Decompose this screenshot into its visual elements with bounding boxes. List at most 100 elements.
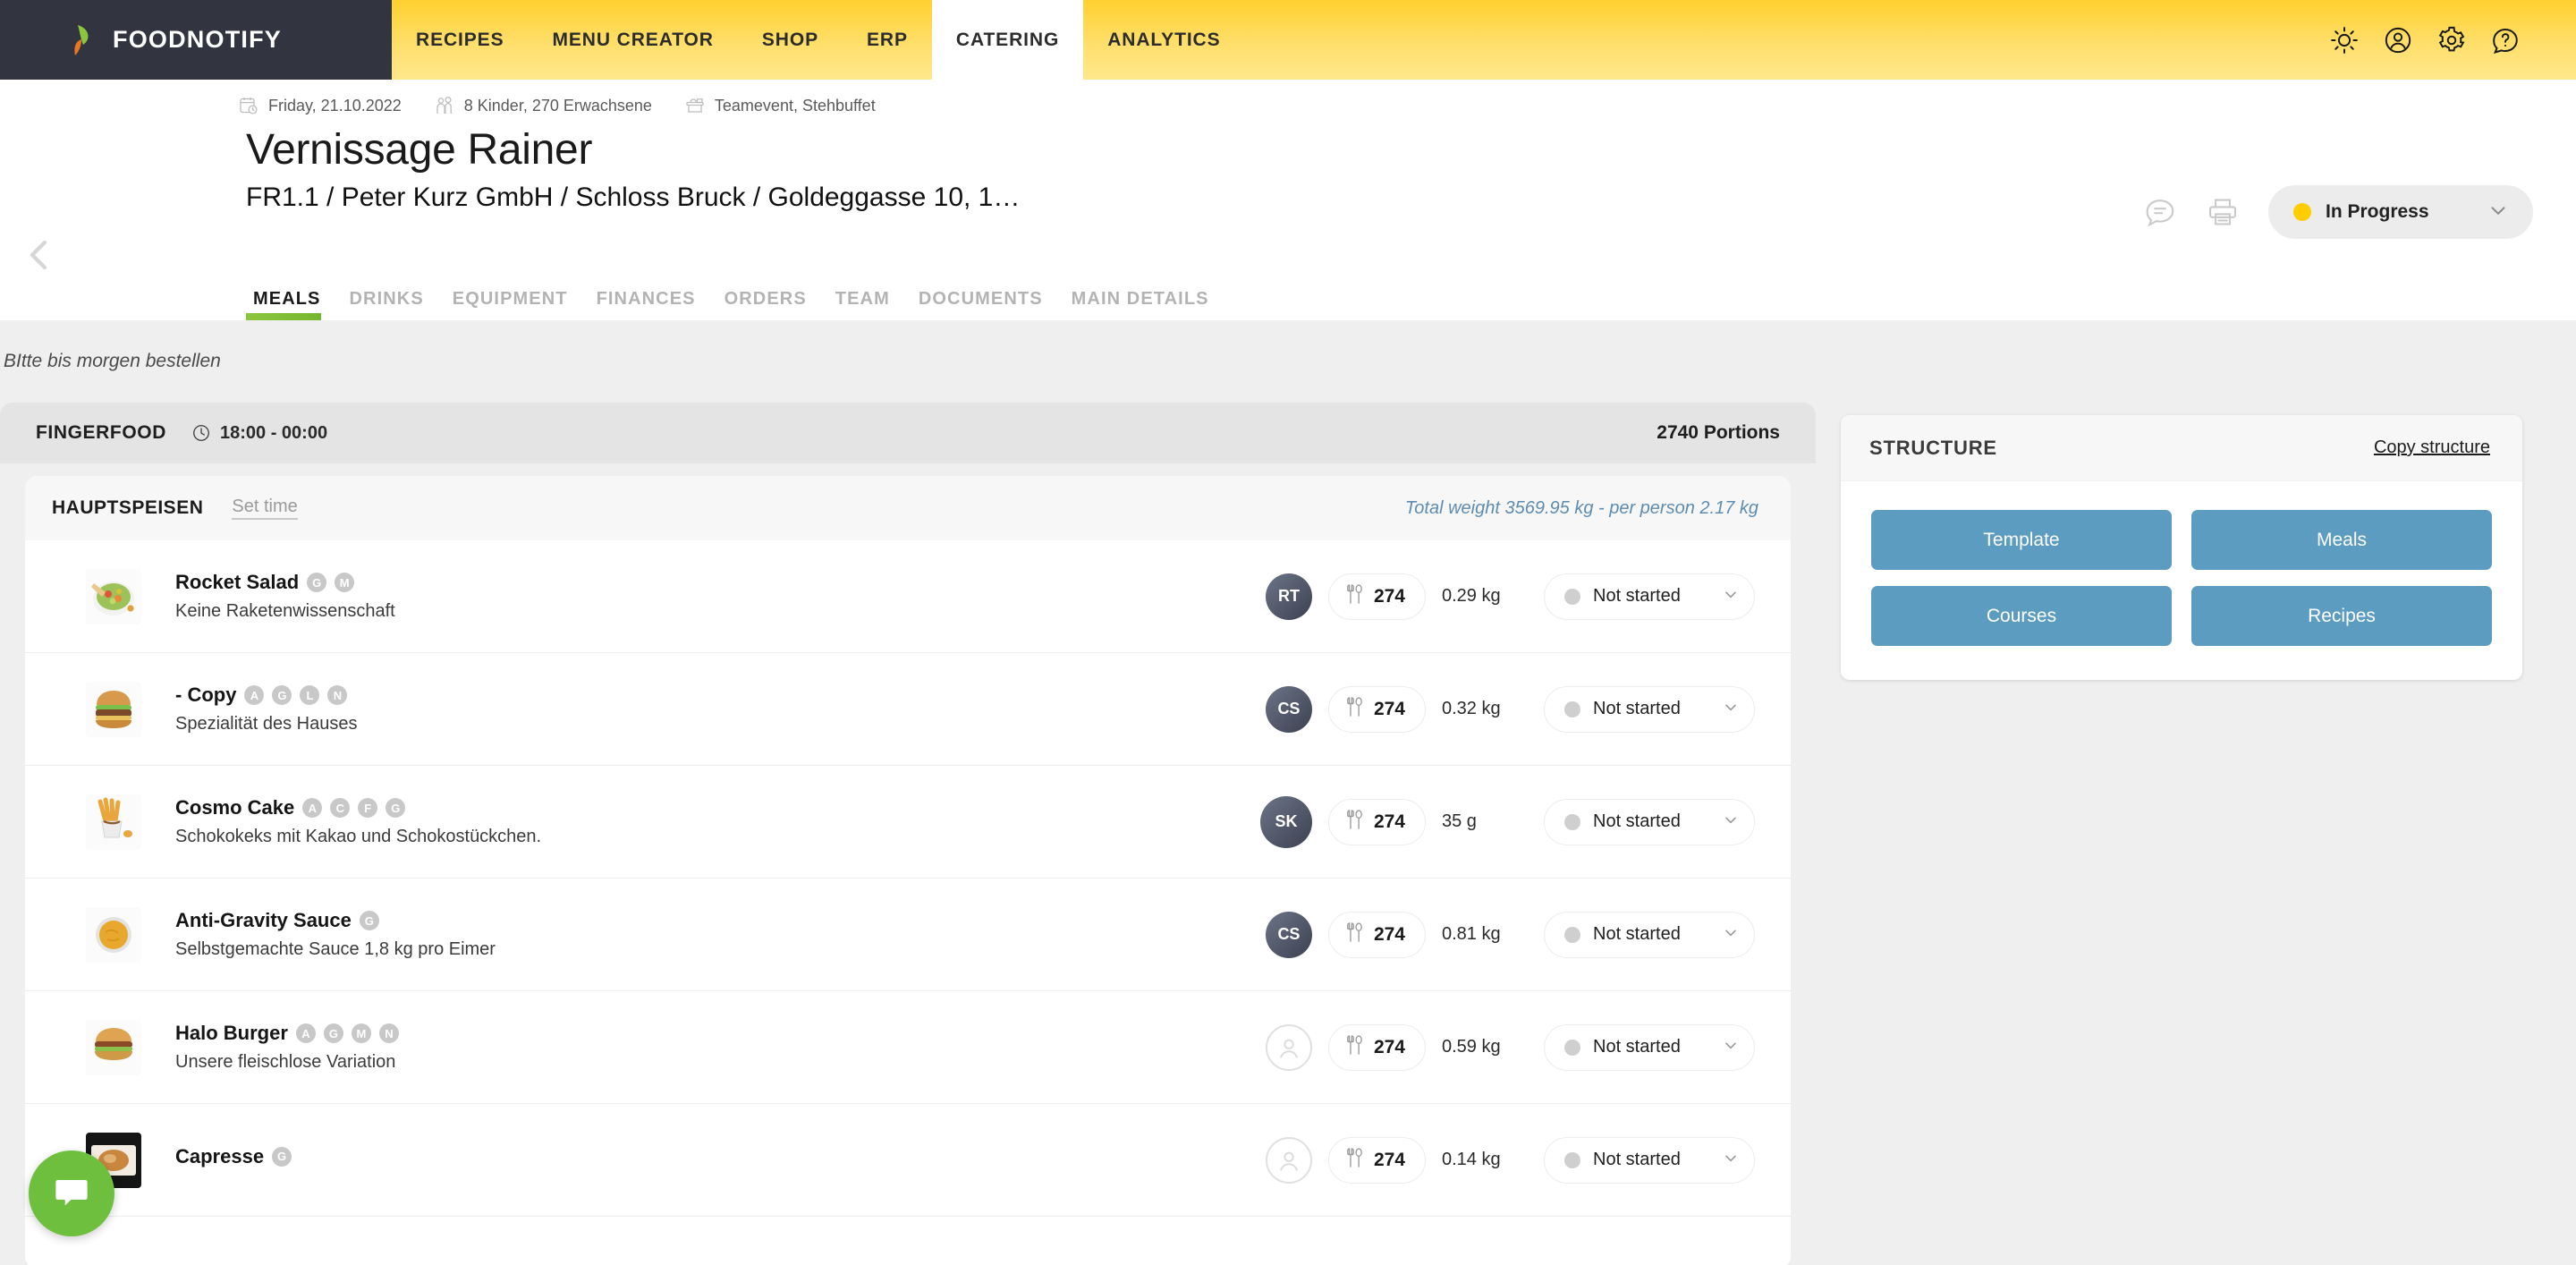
tab-equipment[interactable]: EQUIPMENT [438, 289, 582, 320]
portion-pill[interactable]: 274 [1327, 685, 1426, 733]
dish-description: Keine Raketenwissenschaft [175, 601, 395, 621]
main-nav-items: RECIPES MENU CREATOR SHOP ERP CATERING A… [392, 0, 1245, 80]
chat-fab-button[interactable] [29, 1150, 114, 1236]
template-button[interactable]: Template [1871, 510, 2172, 570]
course-header: HAUPTSPEISEN Set time Total weight 3569.… [25, 476, 1791, 540]
print-icon[interactable] [2206, 195, 2240, 229]
structure-title: STRUCTURE [1869, 436, 1997, 459]
portion-pill[interactable]: 274 [1327, 798, 1426, 845]
tab-orders[interactable]: ORDERS [710, 289, 821, 320]
gear-icon[interactable] [2436, 25, 2467, 55]
portion-count: 274 [1373, 698, 1405, 719]
tab-main-details[interactable]: MAIN DETAILS [1057, 289, 1224, 320]
portion-count: 274 [1373, 923, 1405, 945]
allergen-badge: G [386, 798, 406, 818]
tab-drinks[interactable]: DRINKS [335, 289, 438, 320]
chevron-down-icon [1722, 698, 1740, 720]
sun-icon[interactable] [2329, 25, 2360, 55]
top-navigation-bar: FOODNOTIFY RECIPES MENU CREATOR SHOP ERP… [0, 0, 2576, 80]
dish-status-select[interactable]: Not started [1544, 1136, 1755, 1184]
avatar[interactable]: CS [1265, 911, 1312, 958]
event-guests: 8 Kinder, 270 Erwachsene [434, 95, 652, 116]
table-row[interactable]: - Copy A G L N Spezialität des Hauses CS [25, 653, 1791, 766]
allergen-badge: G [307, 573, 327, 592]
buffet-cart-icon [684, 95, 706, 116]
dish-status-select[interactable]: Not started [1544, 685, 1755, 733]
avatar[interactable]: RT [1265, 573, 1312, 620]
avatar[interactable] [1265, 1136, 1312, 1184]
back-arrow-icon[interactable] [18, 233, 61, 276]
comment-icon[interactable] [2143, 195, 2177, 229]
dish-status-select[interactable]: Not started [1544, 798, 1755, 845]
copy-structure-link[interactable]: Copy structure [2374, 437, 2490, 458]
allergen-badge: C [330, 798, 351, 818]
dish-weight: 0.81 kg [1442, 924, 1501, 944]
recipes-button[interactable]: Recipes [2191, 586, 2492, 646]
dish-description: Unsere fleischlose Variation [175, 1052, 396, 1072]
dish-info: Cosmo Cake A C F G Schokokeks mit Kakao … [175, 796, 1260, 847]
dish-status-label: Not started [1593, 811, 1681, 831]
tab-meals[interactable]: MEALS [246, 289, 335, 320]
meals-button[interactable]: Meals [2191, 510, 2492, 570]
allergen-badge: A [302, 798, 323, 818]
dish-name: Cosmo Cake [175, 796, 295, 819]
dish-name-line: Anti-Gravity Sauce G [175, 909, 1266, 932]
portion-pill[interactable]: 274 [1327, 573, 1426, 620]
table-row[interactable]: Anti-Gravity Sauce G Selbstgemachte Sauc… [25, 879, 1791, 991]
portion-pill[interactable]: 274 [1327, 1136, 1426, 1184]
event-meta-row: Friday, 21.10.2022 8 Kinder, 270 Erwachs… [0, 92, 2576, 119]
avatar[interactable] [1265, 1023, 1312, 1071]
allergen-badge: N [327, 685, 348, 705]
chevron-down-icon [1722, 585, 1740, 607]
portion-pill[interactable]: 274 [1327, 1023, 1426, 1071]
tab-documents[interactable]: DOCUMENTS [904, 289, 1057, 320]
set-time-link[interactable]: Set time [232, 497, 298, 520]
avatar[interactable]: CS [1265, 685, 1312, 733]
table-row[interactable]: Halo Burger A G M N Unsere fleischlose V… [25, 991, 1791, 1104]
avatar[interactable]: SK [1259, 795, 1312, 848]
table-row[interactable]: Capresse G 274 0.14 kg Not started [25, 1104, 1791, 1217]
dish-status-select[interactable]: Not started [1544, 1023, 1755, 1071]
nav-item-recipes[interactable]: RECIPES [392, 0, 529, 80]
dish-name-line: Rocket Salad G M [175, 571, 1266, 594]
portion-pill[interactable]: 274 [1327, 911, 1426, 958]
dish-description: Spezialität des Hauses [175, 714, 358, 734]
status-label: In Progress [2326, 201, 2429, 222]
tab-team[interactable]: TEAM [821, 289, 904, 320]
nav-item-analytics[interactable]: ANALYTICS [1083, 0, 1244, 80]
event-date-text: Friday, 21.10.2022 [268, 96, 402, 115]
chevron-down-icon [1722, 923, 1740, 946]
dish-controls: 274 0.59 kg Not started [1265, 1023, 1755, 1071]
tab-finances[interactable]: FINANCES [582, 289, 710, 320]
allergen-badge: M [351, 1023, 371, 1043]
nav-item-menu-creator[interactable]: MENU CREATOR [529, 0, 738, 80]
chevron-down-icon [2487, 199, 2510, 226]
page-title: Vernissage Rainer [246, 126, 593, 174]
allergen-badge: A [295, 1023, 316, 1043]
portion-count: 274 [1373, 1036, 1405, 1057]
allergen-badge: G [359, 911, 379, 930]
nav-item-shop[interactable]: SHOP [738, 0, 843, 80]
status-dot-icon [1564, 588, 1580, 605]
nav-item-erp[interactable]: ERP [843, 0, 932, 80]
structure-buttons: Template Meals Courses Recipes [1841, 481, 2522, 680]
structure-panel: STRUCTURE Copy structure Template Meals … [1841, 415, 2522, 680]
courses-button[interactable]: Courses [1871, 586, 2172, 646]
cutlery-icon [1345, 809, 1365, 835]
user-circle-icon[interactable] [2383, 25, 2413, 55]
table-row[interactable]: Rocket Salad G M Keine Raketenwissenscha… [25, 540, 1791, 653]
table-row[interactable]: Cosmo Cake A C F G Schokokeks mit Kakao … [25, 766, 1791, 879]
dish-name-line: Cosmo Cake A C F G [175, 796, 1260, 819]
status-badge[interactable]: In Progress [2268, 185, 2533, 239]
dish-controls: CS 274 0.32 kg Not started [1265, 685, 1755, 733]
help-chat-icon[interactable] [2490, 25, 2521, 55]
dish-description: Selbstgemachte Sauce 1,8 kg pro Eimer [175, 939, 496, 959]
brand-logo-area[interactable]: FOODNOTIFY [0, 0, 392, 80]
allergen-badge: L [300, 685, 320, 705]
dish-name-line: Capresse G [175, 1145, 1266, 1168]
meal-section-time: 18:00 - 00:00 [191, 423, 327, 444]
nav-item-catering[interactable]: CATERING [931, 0, 1084, 80]
dish-status-select[interactable]: Not started [1544, 573, 1755, 620]
dish-status-select[interactable]: Not started [1544, 911, 1755, 958]
dish-status-label: Not started [1593, 699, 1681, 718]
